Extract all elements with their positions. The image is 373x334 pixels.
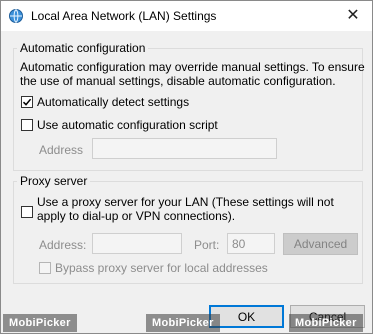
- watermark-right: MobiPicker: [289, 314, 363, 332]
- use-proxy-checkbox[interactable]: [21, 206, 33, 218]
- script-address-input[interactable]: [92, 138, 277, 159]
- watermark-left: MobiPicker: [3, 314, 77, 332]
- network-globe-icon: [9, 9, 23, 23]
- proxy-server-legend: Proxy server: [20, 174, 88, 188]
- close-button[interactable]: ✕: [340, 3, 366, 27]
- watermark-center: MobiPicker: [146, 314, 220, 332]
- automatic-configuration-legend: Automatic configuration: [20, 41, 146, 55]
- automatic-script-label[interactable]: Use automatic configuration script: [37, 118, 218, 132]
- close-icon: ✕: [346, 7, 360, 24]
- ok-button[interactable]: OK: [209, 305, 284, 328]
- proxy-port-label: Port:: [194, 238, 220, 252]
- automatically-detect-checkbox[interactable]: [21, 96, 33, 108]
- proxy-address-input[interactable]: [92, 233, 182, 254]
- advanced-button[interactable]: Advanced: [283, 233, 358, 255]
- automatic-script-checkbox[interactable]: [21, 119, 33, 131]
- proxy-port-input[interactable]: 80: [227, 233, 275, 254]
- automatic-configuration-description: Automatic configuration may override man…: [20, 60, 365, 88]
- automatically-detect-label[interactable]: Automatically detect settings: [37, 95, 189, 109]
- checkmark-icon: [22, 98, 32, 106]
- use-proxy-label[interactable]: Use a proxy server for your LAN (These s…: [37, 195, 363, 223]
- lan-settings-dialog: Local Area Network (LAN) Settings ✕ Auto…: [0, 0, 373, 334]
- window-title: Local Area Network (LAN) Settings: [31, 9, 217, 23]
- bypass-local-checkbox[interactable]: [39, 262, 51, 274]
- script-address-label: Address: [39, 143, 84, 157]
- bypass-local-label[interactable]: Bypass proxy server for local addresses: [55, 261, 268, 275]
- title-bar: Local Area Network (LAN) Settings ✕: [1, 1, 372, 31]
- proxy-address-label: Address:: [39, 238, 87, 252]
